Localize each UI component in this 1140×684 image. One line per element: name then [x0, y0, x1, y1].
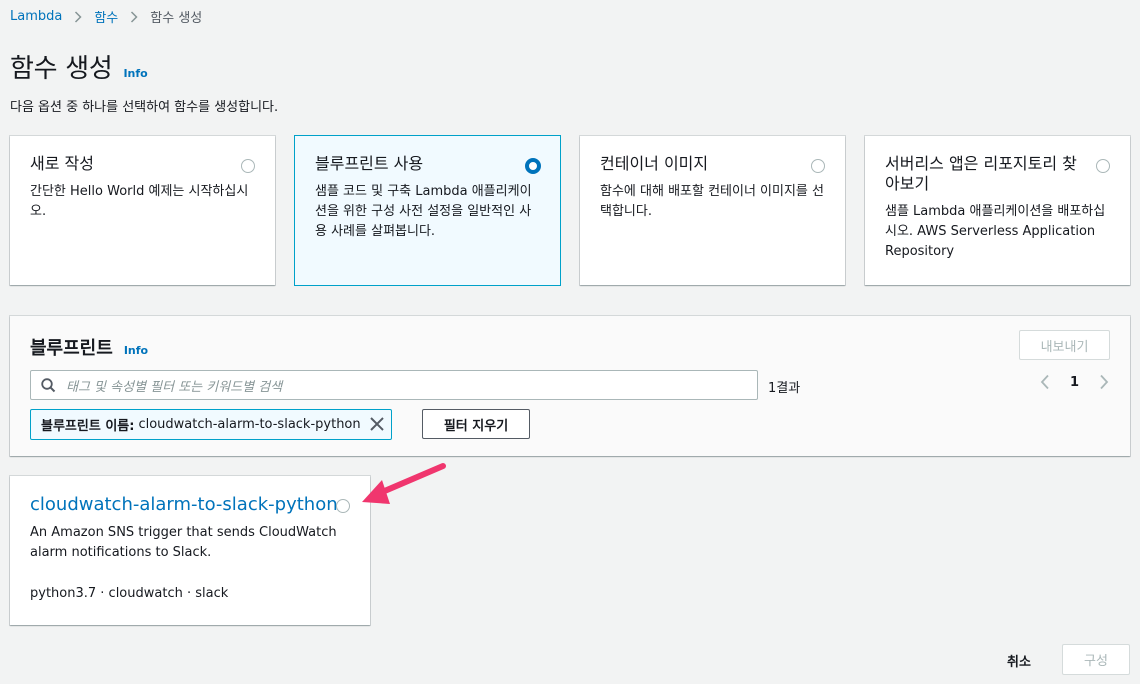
clear-filters-button[interactable]: 필터 지우기 — [422, 409, 530, 439]
filter-token: 블루프린트 이름: cloudwatch-alarm-to-slack-pyth… — [30, 409, 392, 440]
option-serverless-app-repo[interactable]: 서버리스 앱은 리포지토리 찾아보기 샘플 Lambda 애플리케이션을 배포하… — [865, 136, 1130, 285]
blueprints-panel: 블루프린트 Info 내보내기 태그 및 속성별 필터 또는 키워드별 검색 1… — [10, 316, 1130, 456]
breadcrumb-functions[interactable]: 함수 — [94, 7, 118, 26]
result-count: 1결과 — [768, 381, 801, 396]
option-use-blueprint[interactable]: 블루프린트 사용 샘플 코드 및 구축 Lambda 애플리케이션을 위한 구성… — [295, 136, 560, 285]
search-placeholder: 태그 및 속성별 필터 또는 키워드별 검색 — [66, 379, 283, 395]
info-link[interactable]: Info — [124, 344, 148, 357]
option-radio[interactable] — [241, 159, 255, 173]
option-radio-selected[interactable] — [525, 158, 541, 174]
option-description: 간단한 Hello World 예제는 시작하십시오. — [30, 184, 249, 219]
blueprint-tags: python3.7 · cloudwatch · slack — [30, 586, 229, 601]
chevron-right-icon[interactable] — [1099, 374, 1109, 390]
breadcrumb-current: 함수 생성 — [150, 11, 203, 26]
blueprint-name-link[interactable]: cloudwatch-alarm-to-slack-python — [30, 494, 350, 515]
close-icon[interactable] — [369, 416, 385, 432]
page-title: 함수 생성 — [10, 54, 113, 84]
breadcrumb-lambda[interactable]: Lambda — [10, 9, 62, 24]
option-author-from-scratch[interactable]: 새로 작성 간단한 Hello World 예제는 시작하십시오. — [10, 136, 275, 285]
option-description: 샘플 Lambda 애플리케이션을 배포하십시오. AWS Serverless… — [885, 204, 1106, 259]
blueprints-heading: 블루프린트 — [30, 338, 113, 359]
pagination: 1 — [1040, 374, 1109, 390]
option-radio[interactable] — [1096, 159, 1110, 173]
blueprint-radio[interactable] — [336, 499, 350, 513]
info-link[interactable]: Info — [123, 67, 147, 80]
create-button[interactable]: 구성 — [1062, 644, 1130, 675]
option-title: 서버리스 앱은 리포지토리 찾아보기 — [885, 154, 1077, 193]
chevron-right-icon — [130, 10, 138, 23]
chevron-right-icon — [74, 10, 82, 23]
page-header: 함수 생성 Info — [10, 48, 148, 85]
option-radio[interactable] — [811, 159, 825, 173]
option-title: 블루프린트 사용 — [315, 154, 424, 173]
page-number[interactable]: 1 — [1070, 375, 1079, 390]
search-icon — [41, 377, 56, 393]
annotation-arrow-icon — [362, 463, 446, 504]
blueprint-description: An Amazon SNS trigger that sends CloudWa… — [30, 525, 337, 560]
export-button[interactable]: 내보내기 — [1019, 330, 1110, 360]
blueprint-card[interactable]: cloudwatch-alarm-to-slack-python An Amaz… — [10, 476, 370, 625]
blueprints-header: 블루프린트 Info — [30, 334, 148, 360]
filter-token-key: 블루프린트 이름: — [41, 419, 135, 434]
option-container-image[interactable]: 컨테이너 이미지 함수에 대해 배포할 컨테이너 이미지를 선택합니다. — [580, 136, 845, 285]
search-input[interactable]: 태그 및 속성별 필터 또는 키워드별 검색 — [30, 370, 758, 400]
page-subtitle: 다음 옵션 중 하나를 선택하여 함수를 생성합니다. — [10, 100, 279, 115]
chevron-left-icon[interactable] — [1040, 374, 1050, 390]
cancel-button[interactable]: 취소 — [1007, 651, 1031, 670]
option-description: 샘플 코드 및 구축 Lambda 애플리케이션을 위한 구성 사전 설정을 일… — [315, 184, 532, 239]
filter-token-value: cloudwatch-alarm-to-slack-python — [138, 417, 361, 432]
breadcrumb: Lambda 함수 함수 생성 — [10, 7, 202, 26]
option-description: 함수에 대해 배포할 컨테이너 이미지를 선택합니다. — [600, 184, 824, 219]
option-title: 새로 작성 — [30, 154, 94, 173]
option-title: 컨테이너 이미지 — [600, 154, 709, 173]
